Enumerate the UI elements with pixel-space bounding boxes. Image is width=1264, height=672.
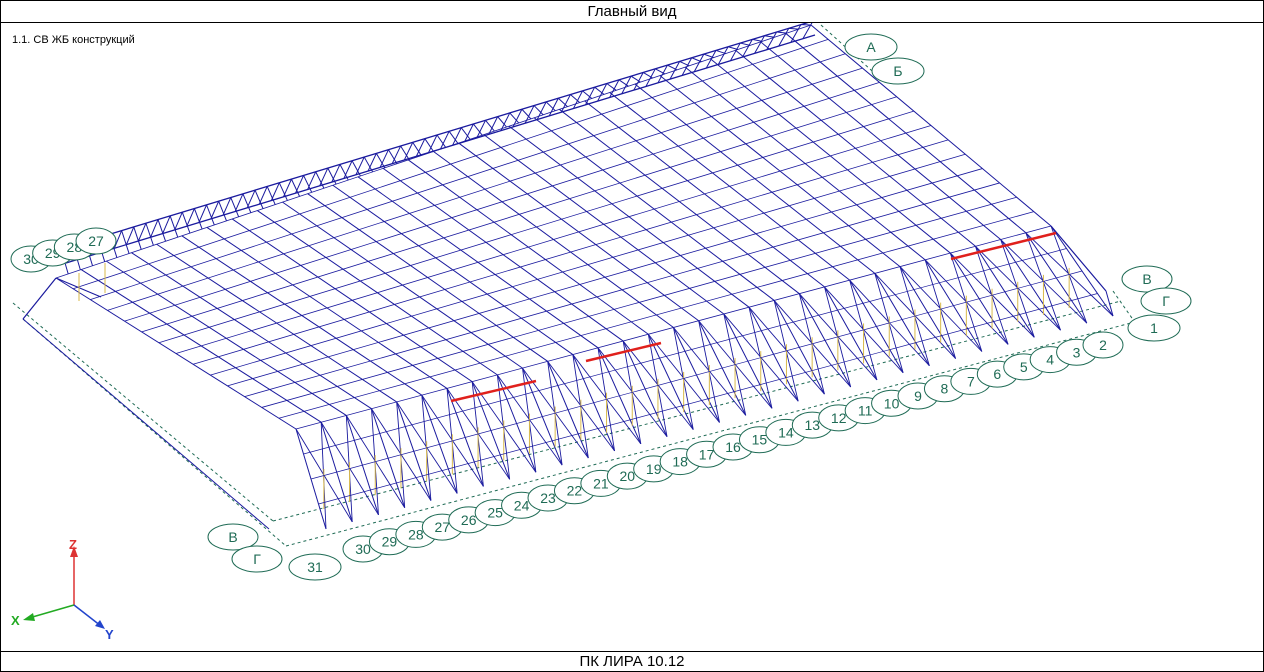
axis-marker-top-2[interactable]: Б: [871, 57, 925, 85]
axis-marker-front-24-label: 7: [967, 373, 975, 389]
axis-marker-right-1-label: В: [1142, 271, 1151, 287]
axis-marker-front-21-label: 10: [884, 395, 900, 411]
coordinate-triad: Z X Y: [11, 537, 114, 642]
axis-marker-back-4-label: 27: [88, 233, 104, 249]
roof-truss: [60, 23, 816, 275]
axis-x-label: X: [11, 613, 20, 628]
axis-marker-right-end[interactable]: 1: [1127, 314, 1181, 342]
axis-marker-front-29-label: 2: [1099, 337, 1107, 353]
axis-marker-front-4-label: 27: [434, 519, 450, 535]
axis-marker-front-16-label: 15: [752, 432, 768, 448]
axis-marker-top-1[interactable]: А: [844, 33, 898, 61]
axis-marker-front-26-label: 5: [1020, 359, 1028, 375]
axis-marker-front-9-label: 22: [567, 483, 583, 499]
axis-marker-front-19-label: 12: [831, 410, 847, 426]
axis-marker-front-22-label: 9: [914, 388, 922, 404]
axis-marker-right-end-label: 1: [1150, 320, 1158, 336]
axis-marker-front-18-label: 13: [804, 417, 820, 433]
axis-marker-left-2[interactable]: Г: [231, 545, 283, 573]
axis-marker-front-13-label: 18: [672, 454, 688, 470]
axis-marker-top-2-label: Б: [893, 63, 902, 79]
axis-marker-back-4[interactable]: 27: [75, 227, 117, 255]
axis-marker-right-2[interactable]: Г: [1140, 287, 1192, 315]
axis-marker-front-6-label: 25: [487, 505, 503, 521]
axis-z-label: Z: [69, 537, 77, 552]
structure-scene[interactable]: АБВГ1ВГ 3130 29 28 27 26 25 24 23 22 21 20 19 18 17 16 1…: [1, 23, 1263, 652]
axis-marker-front-12-label: 19: [646, 461, 662, 477]
axis-marker-front-5-label: 26: [461, 512, 477, 528]
axis-marker-front-14-label: 17: [699, 446, 715, 462]
axis-marker-front-3-label: 28: [408, 526, 424, 542]
axis-marker-front-25-label: 6: [993, 366, 1001, 382]
axis-marker-left-end[interactable]: 31: [288, 553, 342, 581]
window-title: Главный вид: [1, 1, 1263, 23]
main-view-window: Главный вид А Б В Г 1 В Г 31 30 29 28 27 26 25 24 23 22 2…: [0, 0, 1264, 672]
axis-marker-front-8-label: 23: [540, 490, 556, 506]
axis-marker-front-11-label: 20: [619, 468, 635, 484]
axis-marker-front-1-label: 30: [355, 541, 371, 557]
axis-marker-right-2-label: Г: [1162, 293, 1170, 309]
axis-marker-top-1-label: А: [866, 39, 876, 55]
axis-marker-left-1-label: В: [228, 529, 237, 545]
axis-y-label: Y: [105, 627, 114, 642]
axis-marker-front-15-label: 16: [725, 439, 741, 455]
axis-marker-front-23-label: 8: [941, 381, 949, 397]
grid-axis-markers: АБВГ1ВГ 3130 29 28 27 26 25 24 23 22 21 20 19 18 17 16 1…: [10, 33, 1192, 581]
axis-marker-front-27-label: 4: [1046, 352, 1054, 368]
axis-marker-left-end-label: 31: [307, 559, 323, 575]
axis-marker-front-7-label: 24: [514, 497, 530, 513]
program-version: ПК ЛИРА 10.12: [1, 651, 1263, 671]
axis-marker-front-28-label: 3: [1073, 344, 1081, 360]
axis-marker-front-2-label: 29: [382, 534, 398, 550]
axis-marker-left-2-label: Г: [253, 551, 261, 567]
load-case-label: 1.1. СВ ЖБ конструкций: [12, 34, 135, 46]
axis-marker-front-20-label: 11: [858, 403, 873, 419]
model-viewport[interactable]: А Б В Г 1 В Г 31 30 29 28 27 26 25 24 23 22 21 20 19 18 17 16 1…: [1, 23, 1263, 652]
axis-marker-front-29[interactable]: 2: [1082, 331, 1124, 359]
axis-marker-front-10-label: 21: [593, 475, 609, 491]
axis-marker-front-17-label: 14: [778, 424, 794, 440]
